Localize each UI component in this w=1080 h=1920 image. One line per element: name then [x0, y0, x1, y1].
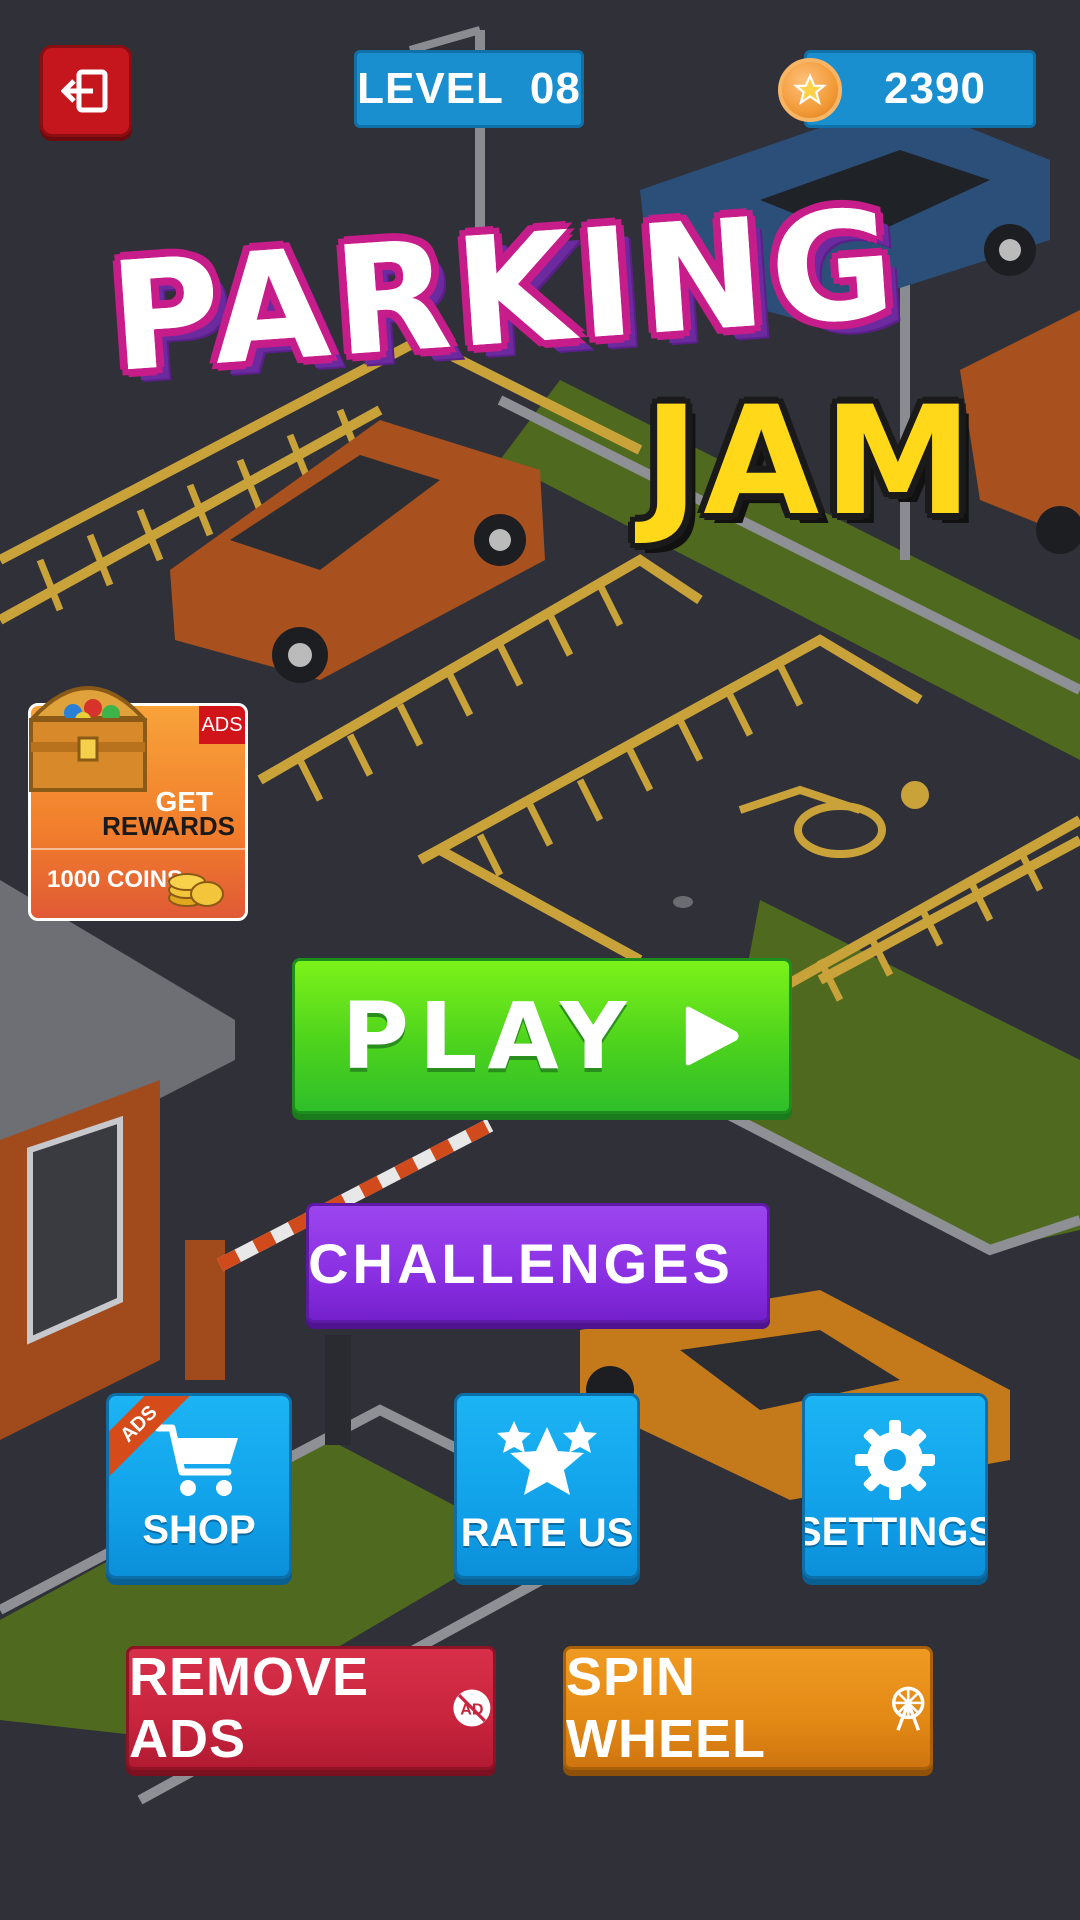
coin-stack-icon	[168, 873, 224, 907]
play-label: PLAY	[341, 982, 637, 1090]
rewards-text: REWARDS	[102, 811, 235, 841]
play-triangle-icon	[685, 1006, 739, 1066]
stars-icon	[497, 1420, 597, 1495]
coin-count: 2390	[884, 64, 986, 113]
gear-icon	[855, 1419, 935, 1500]
coin-star-icon	[778, 58, 842, 122]
shop-button[interactable]: ADS SHOP	[106, 1393, 292, 1579]
level-indicator: LEVEL 08	[354, 50, 584, 128]
rate-us-label: RATE US	[460, 1510, 634, 1555]
exit-button[interactable]	[40, 45, 132, 137]
rate-us-button[interactable]: RATE US	[454, 1393, 640, 1579]
settings-button[interactable]: SETTINGS	[802, 1393, 988, 1579]
remove-ads-label: REMOVE ADS	[129, 1647, 370, 1769]
no-ads-icon: AD	[453, 1689, 491, 1727]
treasure-chest-icon	[28, 686, 148, 792]
cart-icon	[154, 1424, 238, 1496]
get-rewards-card[interactable]: ADS GET REWARDS 1000 COINS	[28, 686, 248, 921]
ferris-wheel-icon	[891, 1686, 925, 1731]
ads-tag: ADS	[199, 706, 245, 744]
exit-icon	[61, 69, 108, 113]
settings-label: SETTINGS	[802, 1509, 988, 1554]
level-label: LEVEL	[357, 64, 504, 113]
rewards-divider	[31, 848, 245, 850]
logo-jam: JAM	[643, 375, 977, 549]
play-button[interactable]: PLAY	[292, 958, 792, 1114]
spin-wheel-button[interactable]: SPIN WHEEL	[563, 1646, 933, 1770]
level-value: 08	[529, 64, 581, 113]
shop-label: SHOP	[142, 1507, 256, 1552]
challenges-label: CHALLENGES	[308, 1231, 734, 1295]
challenges-button[interactable]: CHALLENGES	[306, 1203, 770, 1323]
spin-wheel-label: SPIN WHEEL	[566, 1647, 766, 1769]
remove-ads-button[interactable]: REMOVE ADS AD	[126, 1646, 496, 1770]
